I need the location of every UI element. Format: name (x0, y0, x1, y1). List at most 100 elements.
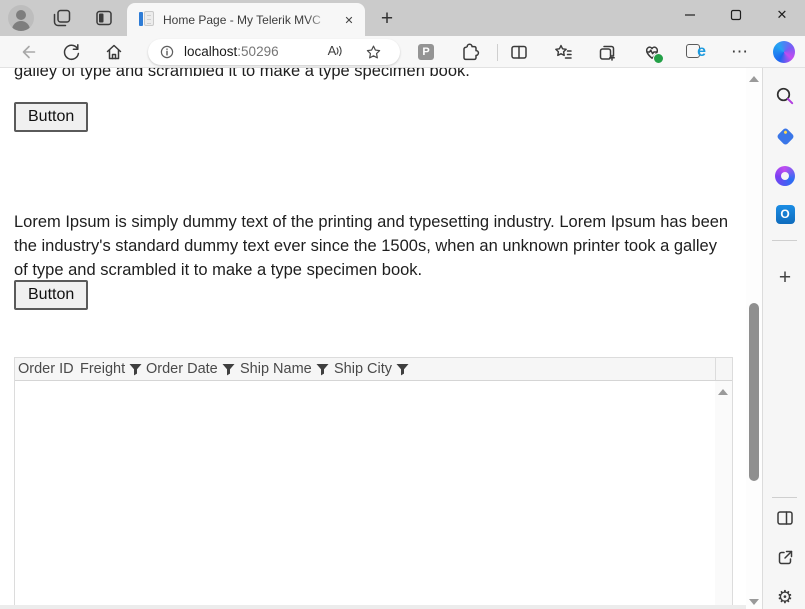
grid-column-header-ship-name[interactable]: Ship Name (237, 358, 331, 380)
column-label: Order ID (18, 361, 74, 377)
sidebar-settings-button[interactable]: ⚙ (771, 583, 799, 609)
tab-title-fade (307, 3, 333, 36)
outlook-icon: O (775, 204, 795, 224)
collections-button[interactable] (593, 38, 621, 66)
split-screen-button[interactable] (505, 38, 533, 66)
url-text[interactable]: localhost:50296 (184, 44, 279, 59)
browser-essentials-icon (642, 42, 664, 64)
read-aloud-button[interactable]: A (324, 43, 346, 61)
page-vertical-scrollbar[interactable] (746, 68, 762, 609)
collections-icon (599, 45, 615, 61)
close-window-button[interactable]: ✕ (759, 0, 805, 30)
back-button[interactable] (14, 38, 42, 66)
tab-layout-icon (96, 10, 112, 26)
column-label: Freight (80, 361, 126, 377)
scroll-up-arrow-icon[interactable] (749, 76, 759, 82)
sidebar-add-button[interactable]: + (771, 264, 799, 292)
bottom-button[interactable]: Button (14, 280, 89, 310)
profile-avatar-icon (16, 10, 26, 20)
ie-mode-icon: e (686, 42, 706, 62)
favorites-list-icon (555, 44, 572, 59)
browser-window: Home Page - My Telerik MVC Ap ✕ + ✕ loca… (0, 0, 805, 609)
p-extension-button[interactable]: P (412, 38, 440, 66)
browser-essentials-button[interactable] (638, 38, 666, 66)
grid-column-header-ship-city[interactable]: Ship City (331, 358, 715, 380)
sidebar-panel-button[interactable] (771, 504, 799, 532)
home-icon (106, 44, 122, 60)
extensions-button[interactable] (456, 38, 484, 66)
maximize-icon (730, 9, 742, 21)
tab-actions-button[interactable] (90, 4, 118, 32)
site-info-button[interactable] (158, 43, 176, 61)
home-button[interactable] (100, 38, 128, 66)
browser-tab[interactable]: Home Page - My Telerik MVC Ap ✕ (127, 3, 365, 36)
browser-toolbar: localhost:50296 A P e ⋯ (0, 36, 805, 68)
column-label: Order Date (146, 361, 218, 377)
column-label: Ship City (334, 361, 393, 377)
workspaces-button[interactable] (47, 4, 75, 32)
sidebar-divider (772, 240, 797, 241)
lorem-paragraph: Lorem Ipsum is simply dummy text of the … (14, 212, 729, 279)
favorites-button[interactable] (549, 38, 577, 66)
ie-mode-button[interactable]: e (682, 38, 710, 66)
refresh-icon (63, 44, 80, 60)
page-content: galley of type and scrambled it to make … (0, 68, 746, 609)
url-port: :50296 (237, 44, 279, 59)
scrollbar-thumb[interactable] (749, 303, 759, 481)
split-screen-icon (511, 45, 527, 59)
tab-close-button[interactable]: ✕ (340, 11, 358, 29)
split-panel-icon (777, 511, 793, 525)
minimize-button[interactable] (667, 0, 713, 30)
profile-button[interactable] (8, 5, 34, 31)
title-bar: Home Page - My Telerik MVC Ap ✕ + ✕ (0, 0, 805, 36)
site-favicon-icon (139, 11, 155, 27)
clipped-paragraph-line: galley of type and scrambled it to make … (14, 68, 470, 80)
maximize-button[interactable] (713, 0, 759, 30)
address-bar[interactable]: localhost:50296 A (148, 39, 400, 65)
copilot-button[interactable] (770, 38, 798, 66)
refresh-button[interactable] (57, 38, 85, 66)
settings-gear-icon: ⚙ (776, 586, 794, 607)
info-icon (160, 45, 174, 59)
settings-more-button[interactable]: ⋯ (726, 38, 754, 66)
url-host: localhost (184, 44, 238, 59)
sidebar-shopping-button[interactable] (771, 122, 799, 150)
minimize-icon (685, 14, 695, 16)
sidebar-divider (772, 497, 797, 498)
profile-avatar-icon (12, 21, 30, 31)
essentials-check-badge (653, 53, 664, 64)
page-horizontal-scrollbar[interactable] (0, 605, 746, 609)
sidebar-search-button[interactable] (771, 82, 799, 110)
scroll-up-arrow-icon[interactable] (718, 389, 728, 395)
plus-icon: + (778, 266, 792, 289)
filter-funnel-icon[interactable] (129, 363, 142, 376)
orders-grid: Order ID Freight Order Date Ship Name Sh… (14, 357, 733, 609)
scroll-down-arrow-icon[interactable] (749, 599, 759, 605)
top-button[interactable]: Button (14, 102, 89, 132)
grid-header-scrollbar-spacer (715, 358, 732, 380)
filter-funnel-icon[interactable] (222, 363, 235, 376)
filter-funnel-icon[interactable] (316, 363, 329, 376)
sidebar-microsoft365-button[interactable] (771, 162, 799, 190)
favorite-star-button[interactable] (364, 43, 382, 61)
workspaces-icon (53, 9, 71, 27)
filter-funnel-icon[interactable] (396, 363, 409, 376)
p-extension-icon: P (418, 44, 434, 60)
back-arrow-icon (22, 45, 36, 59)
sidebar-outlook-button[interactable]: O (771, 200, 799, 228)
sidebar-open-external-button[interactable] (771, 544, 799, 572)
column-label: Ship Name (240, 361, 312, 377)
grid-column-header-order-id[interactable]: Order ID (15, 358, 77, 380)
new-tab-button[interactable]: + (374, 6, 400, 32)
read-aloud-waves-icon (336, 46, 342, 56)
grid-column-header-freight[interactable]: Freight (77, 358, 143, 380)
shopping-tag-icon (775, 126, 795, 146)
edge-sidebar: O + ⚙ (762, 68, 805, 609)
copilot-icon (773, 41, 795, 63)
search-icon (776, 87, 794, 105)
toolbar-divider (497, 44, 498, 61)
star-icon (366, 45, 380, 58)
extensions-puzzle-icon (463, 43, 480, 61)
grid-column-header-order-date[interactable]: Order Date (143, 358, 237, 380)
grid-vertical-scrollbar[interactable] (715, 381, 732, 608)
